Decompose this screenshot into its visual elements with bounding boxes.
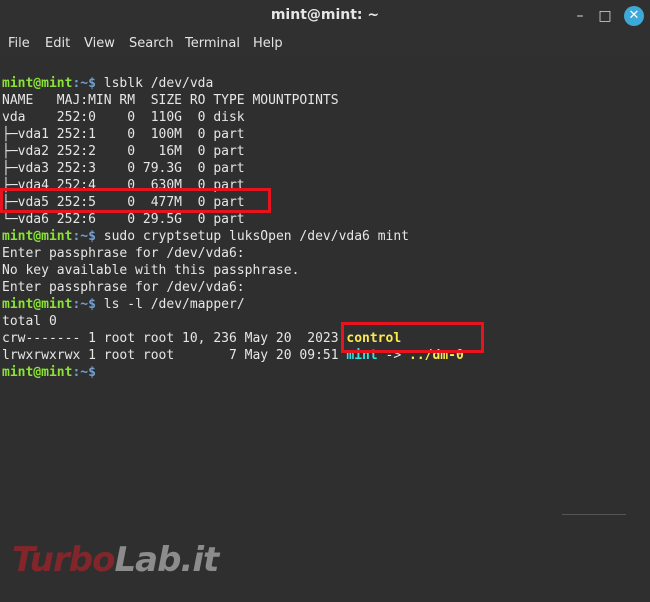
highlight-box-mint-link: [341, 322, 484, 353]
prompt-line: mint@mint:~$ lsblk /dev/vda: [2, 75, 213, 92]
highlight-box-vda6: [0, 188, 271, 213]
lsblk-row: vda 252:0 0 110G 0 disk: [2, 110, 245, 125]
maximize-icon[interactable]: □: [595, 6, 615, 26]
prompt-line: mint@mint:~$: [2, 364, 96, 381]
prompt-line: mint@mint:~$ ls -l /dev/mapper/: [2, 296, 245, 313]
output-line: total 0: [2, 314, 57, 329]
watermark-part2: Lab.it: [114, 540, 219, 580]
menu-file[interactable]: File: [8, 36, 30, 51]
command-text: sudo cryptsetup luksOpen /dev/vda6 mint: [95, 229, 410, 244]
command-text: lsblk /dev/vda: [95, 76, 214, 91]
prompt-path: :~$: [72, 365, 96, 380]
output-line: Enter passphrase for /dev/vda6:: [2, 246, 245, 261]
menu-edit[interactable]: Edit: [45, 36, 70, 51]
lsblk-row: ├─vda1 252:1 0 100M 0 part: [2, 127, 245, 142]
divider-line: [562, 514, 626, 515]
minimize-icon[interactable]: –: [570, 6, 590, 26]
ls-row-prefix: lrwxrwxrwx 1 root root 7 May 20 09:51: [2, 348, 347, 363]
output-line: Enter passphrase for /dev/vda6:: [2, 280, 245, 295]
prompt-user: mint@mint: [2, 297, 73, 312]
prompt-user: mint@mint: [2, 76, 73, 91]
prompt-user: mint@mint: [2, 365, 73, 380]
terminal-window: mint@mint: ~ – □ ✕ File Edit View Search…: [0, 0, 650, 602]
output-line: No key available with this passphrase.: [2, 263, 300, 278]
close-icon[interactable]: ✕: [624, 6, 644, 26]
watermark-logo: TurboLab.it: [12, 540, 219, 580]
lsblk-row: ├─vda3 252:3 0 79.3G 0 part: [2, 161, 245, 176]
menu-view[interactable]: View: [84, 36, 115, 51]
prompt-user: mint@mint: [2, 229, 73, 244]
window-title: mint@mint: ~: [270, 7, 380, 23]
terminal-output[interactable]: mint@mint:~$ lsblk /dev/vda NAME MAJ:MIN…: [0, 58, 650, 602]
lsblk-row: ├─vda2 252:2 0 16M 0 part: [2, 144, 245, 159]
prompt-path: :~$: [72, 76, 96, 91]
menu-terminal[interactable]: Terminal: [185, 36, 240, 51]
title-bar[interactable]: mint@mint: ~ – □ ✕: [0, 0, 650, 32]
menu-search[interactable]: Search: [129, 36, 174, 51]
menu-bar: File Edit View Search Terminal Help: [0, 32, 650, 56]
lsblk-row: └─vda6 252:6 0 29.5G 0 part: [2, 212, 245, 227]
watermark-part1: Turbo: [12, 540, 115, 580]
lsblk-header: NAME MAJ:MIN RM SIZE RO TYPE MOUNTPOINTS: [2, 93, 339, 108]
prompt-line: mint@mint:~$ sudo cryptsetup luksOpen /d…: [2, 228, 409, 245]
prompt-path: :~$: [72, 229, 96, 244]
prompt-path: :~$: [72, 297, 96, 312]
command-text: ls -l /dev/mapper/: [95, 297, 245, 312]
menu-help[interactable]: Help: [253, 36, 283, 51]
ls-row-prefix: crw------- 1 root root 10, 236 May 20 20…: [2, 331, 347, 346]
